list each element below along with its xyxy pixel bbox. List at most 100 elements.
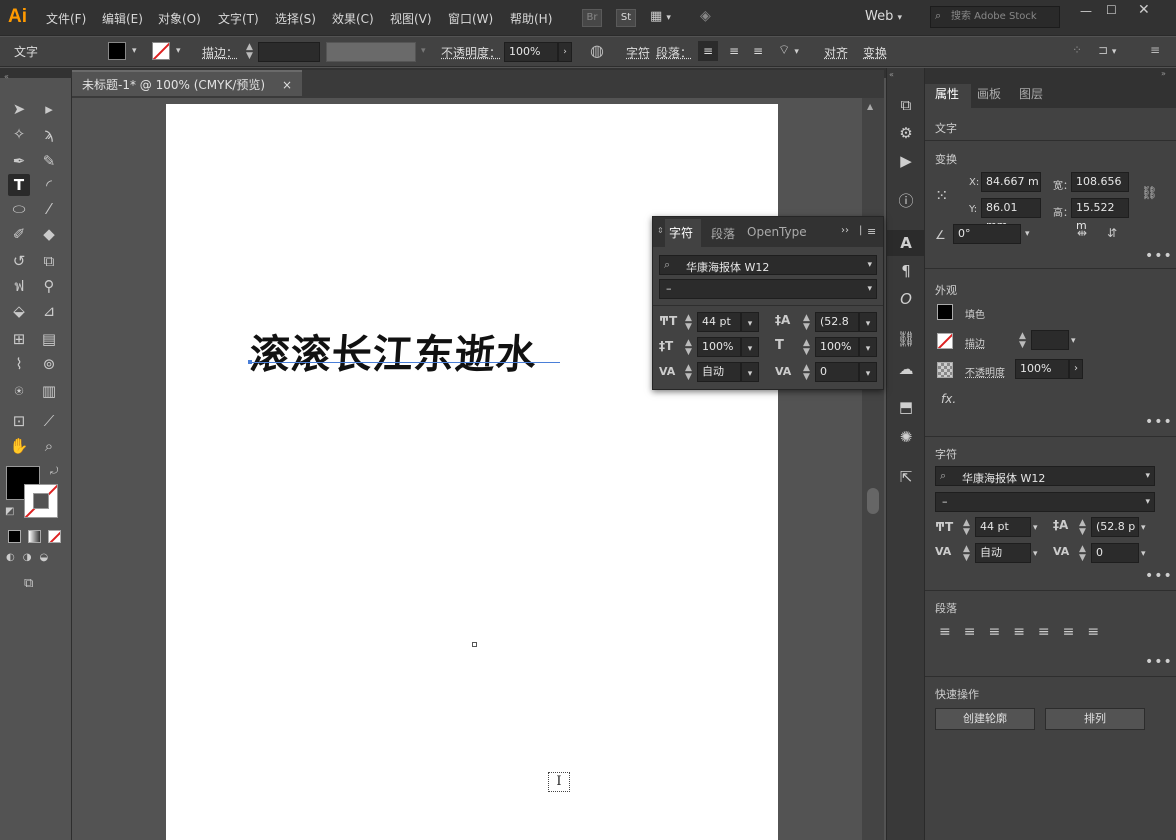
horizontal-scale-stepper[interactable]: ▲ ▼ (803, 339, 810, 357)
puppet-warp-tool-icon[interactable]: ⚲ (38, 275, 60, 297)
stroke-swatch[interactable] (152, 42, 170, 60)
artboard[interactable]: 滚滚长江东逝水 I (166, 104, 778, 840)
height-input[interactable]: 15.522 m (1071, 198, 1129, 232)
fill-swatch[interactable] (937, 304, 953, 320)
tracking-stepper[interactable]: ▲ ▼ (1079, 545, 1086, 563)
minimize-button[interactable]: — (1080, 4, 1092, 18)
chevron-down-icon[interactable]: ▾ (132, 46, 137, 56)
menu-window[interactable]: 窗口(W) (448, 10, 493, 27)
chevron-down-icon[interactable]: ▾ (1071, 336, 1076, 346)
envelope-warp-icon[interactable]: ⌔ ▾ (778, 42, 799, 58)
y-input[interactable]: 86.01 mm (981, 198, 1041, 232)
character-panel-icon[interactable]: A (887, 230, 925, 256)
isolate-icon[interactable]: ⁘ (1072, 43, 1082, 57)
info-icon[interactable]: ⓘ (887, 188, 925, 214)
vertical-scale-input[interactable]: 100% (697, 337, 741, 357)
kerning-stepper[interactable]: ▲ ▼ (963, 545, 970, 563)
tracking-input[interactable]: 0 (1091, 543, 1139, 563)
opentype-panel-icon[interactable]: O (887, 286, 925, 312)
lasso-tool-icon[interactable]: ϡ (38, 123, 60, 145)
export-icon[interactable]: ⇱ (887, 464, 925, 490)
collapse-panel-icon[interactable]: ›› (841, 225, 849, 236)
opacity-label[interactable]: 不透明度： (441, 44, 501, 61)
tab-character[interactable]: 字符 (665, 219, 701, 247)
align-center-icon[interactable]: ≡ (724, 41, 744, 61)
fx-icon[interactable]: fx. (941, 392, 956, 406)
maximize-button[interactable]: ☐ (1106, 3, 1117, 17)
align-link[interactable]: 对齐 (824, 44, 848, 61)
curvature-tool-icon[interactable]: ✎ (38, 150, 60, 172)
chevron-down-icon[interactable]: ▾ (1025, 229, 1030, 239)
tab-opentype[interactable]: OpenType (747, 225, 807, 239)
symbol-sprayer-tool-icon[interactable]: ⍟ (8, 380, 30, 402)
hand-tool-icon[interactable]: ✋ (8, 435, 30, 457)
leading-stepper[interactable]: ▲ ▼ (1079, 519, 1086, 537)
close-window-button[interactable]: ✕ (1138, 2, 1150, 18)
leading-input[interactable]: (52.8 p (1091, 517, 1139, 537)
paragraph-align-buttons[interactable]: ≡≡≡≡≡≡≡ (939, 624, 1112, 640)
layers-panel-icon[interactable]: ⧉ (887, 92, 925, 118)
line-segment-tool-icon[interactable]: ◜ (38, 174, 60, 196)
zoom-tool-icon[interactable]: ⌕ (38, 435, 60, 457)
expand-arrows-icon[interactable]: « (889, 70, 894, 79)
more-options-icon[interactable]: ••• (1145, 568, 1173, 584)
kerning-input[interactable]: 自动 (697, 362, 741, 382)
chevron-down-icon[interactable]: ▾ (859, 337, 877, 357)
more-options-icon[interactable]: ••• (1145, 414, 1173, 430)
leading-input[interactable]: (52.8 p (815, 312, 859, 346)
chevron-down-icon[interactable]: ▾ (1141, 549, 1146, 559)
chevron-down-icon[interactable]: ▾ (1141, 523, 1146, 533)
flip-vertical-icon[interactable]: ⇵ (1107, 226, 1117, 240)
stroke-color-swatch[interactable] (24, 484, 58, 518)
gpu-performance-icon[interactable]: ◈ (700, 8, 711, 24)
gradient-tool-icon[interactable]: ▤ (38, 328, 60, 350)
links-panel-icon[interactable]: ⛓ (887, 326, 925, 352)
menu-select[interactable]: 选择(S) (275, 10, 316, 27)
actions-play-icon[interactable]: ▶ (887, 148, 925, 174)
tab-paragraph[interactable]: 段落 (711, 225, 735, 242)
magic-wand-tool-icon[interactable]: ✧ (8, 123, 30, 145)
chevron-right-icon[interactable]: › (1069, 359, 1083, 379)
stroke-stepper[interactable]: ▲ ▼ (1019, 332, 1026, 350)
arrange-documents-icon[interactable]: ▦ ▾ (650, 9, 671, 24)
horizontal-scale-input[interactable]: 100% (815, 337, 859, 357)
width-input[interactable]: 108.656 (1071, 172, 1129, 192)
shape-builder-tool-icon[interactable]: ⬙ (8, 300, 30, 322)
menu-file[interactable]: 文件(F) (46, 10, 86, 27)
flip-horizontal-icon[interactable]: ⇹ (1077, 226, 1087, 240)
chevron-down-icon[interactable]: ▾ (859, 312, 877, 332)
vertical-scrollbar[interactable]: ▲ (862, 98, 884, 840)
eraser-tool-icon[interactable]: ◆ (38, 223, 60, 245)
gradient-mode-icon[interactable] (28, 530, 41, 543)
panel-menu-icon[interactable]: ≡ (1150, 43, 1160, 57)
appearance-panel-icon[interactable]: ✺ (887, 424, 925, 450)
color-mode-icon[interactable] (8, 530, 21, 543)
stroke-label[interactable]: 描边： (202, 44, 238, 61)
leading-stepper[interactable]: ▲ ▼ (803, 314, 810, 332)
more-options-icon[interactable]: ••• (1145, 654, 1173, 670)
collapse-arrows-icon[interactable]: » (1161, 69, 1166, 78)
asset-export-icon[interactable]: ⬒ (887, 394, 925, 420)
x-input[interactable]: 84.667 m (981, 172, 1041, 192)
bridge-button[interactable]: Br (582, 9, 602, 27)
stock-button[interactable]: St (616, 9, 636, 27)
font-size-stepper[interactable]: ▲ ▼ (963, 519, 970, 537)
headline-text[interactable]: 滚滚长江东逝水 (248, 322, 539, 380)
font-family-select[interactable]: ⌕ 华康海报体 W12 ▾ (659, 255, 877, 275)
properties-gear-icon[interactable]: ⚙ (887, 120, 925, 146)
opacity-label[interactable]: 不透明度 (965, 364, 1005, 379)
chevron-down-icon[interactable]: ▾ (741, 312, 759, 332)
font-size-input[interactable]: 44 pt (975, 517, 1031, 537)
angle-input[interactable]: 0° (953, 224, 1021, 244)
screen-mode-icon[interactable]: ⧉ (24, 576, 33, 591)
chevron-right-icon[interactable]: › (558, 42, 572, 62)
font-size-stepper[interactable]: ▲ ▼ (685, 314, 692, 332)
scale-tool-icon[interactable]: ⧉ (38, 250, 60, 272)
stroke-swatch[interactable] (937, 333, 953, 349)
close-tab-icon[interactable]: × (282, 72, 292, 98)
chevron-down-icon[interactable]: ▾ (1033, 523, 1038, 533)
ellipse-tool-icon[interactable]: ⬭ (8, 198, 30, 220)
menu-view[interactable]: 视图(V) (390, 10, 432, 27)
menu-edit[interactable]: 编辑(E) (102, 10, 143, 27)
warp-tool-icon[interactable]: ฟ (8, 275, 30, 297)
